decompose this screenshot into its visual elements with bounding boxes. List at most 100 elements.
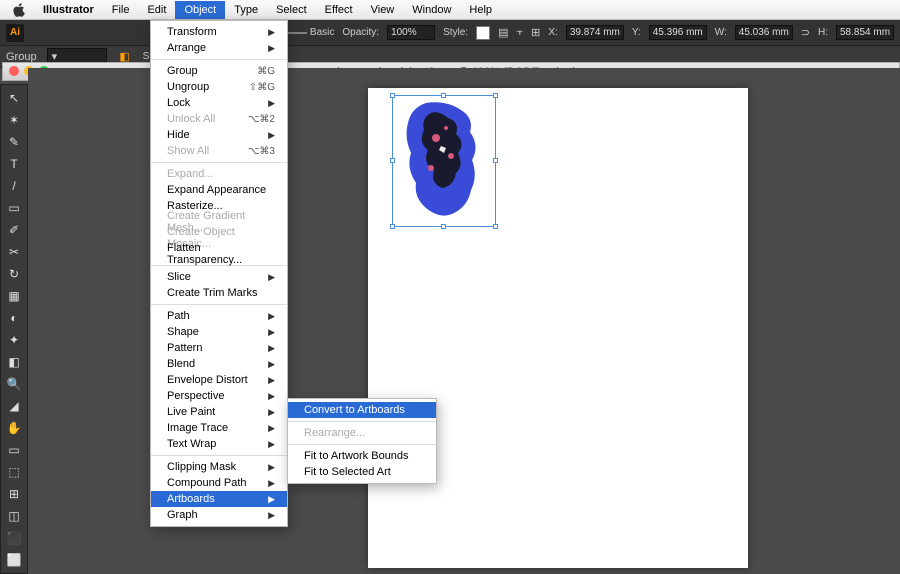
tool-18[interactable]: ⊞ [2,483,26,505]
tool-2[interactable]: ✎ [2,131,26,153]
tool-3[interactable]: T [2,153,26,175]
tool-6[interactable]: ✐ [2,219,26,241]
submenu-arrow-icon: ▶ [268,462,275,473]
h-input[interactable] [836,25,894,40]
tool-1[interactable]: ✶ [2,109,26,131]
menubar-edit[interactable]: Edit [138,1,175,19]
workspace: salesman_head_hurt2.svg @ 100% (RGB/Prev… [0,68,900,500]
y-input[interactable] [649,25,707,40]
resize-handle-br[interactable] [493,224,498,229]
submenu-arrow-icon: ▶ [268,407,275,418]
menu-item-graph[interactable]: Graph▶ [151,507,287,523]
menubar: Illustrator File Edit Object Type Select… [0,0,900,20]
menu-item-pattern[interactable]: Pattern▶ [151,340,287,356]
h-label: H: [818,27,828,38]
submenu-item-fit-to-artwork-bounds[interactable]: Fit to Artwork Bounds [288,448,436,464]
submenu-arrow-icon: ▶ [268,375,275,386]
menubar-view[interactable]: View [362,1,404,19]
menu-item-artboards[interactable]: Artboards▶ [151,491,287,507]
resize-handle-tl[interactable] [390,93,395,98]
menu-item-path[interactable]: Path▶ [151,308,287,324]
tool-7[interactable]: ✂ [2,241,26,263]
w-label: W: [715,27,727,38]
transform-icon[interactable]: ⊞ [531,26,540,39]
resize-handle-tr[interactable] [493,93,498,98]
submenu-arrow-icon: ▶ [268,391,275,402]
tool-19[interactable]: ◫ [2,505,26,527]
menu-item-create-trim-marks[interactable]: Create Trim Marks [151,285,287,301]
resize-handle-l[interactable] [390,158,395,163]
menu-item-transform[interactable]: Transform▶ [151,24,287,40]
illustrator-logo-icon: Ai [6,24,24,42]
tool-16[interactable]: ▭ [2,439,26,461]
menu-item-hide[interactable]: Hide▶ [151,127,287,143]
menu-item-flatten-transparency-[interactable]: Flatten Transparency... [151,246,287,262]
tool-14[interactable]: ◢ [2,395,26,417]
menu-item-image-trace[interactable]: Image Trace▶ [151,420,287,436]
menu-item-shape[interactable]: Shape▶ [151,324,287,340]
menubar-select[interactable]: Select [267,1,316,19]
resize-handle-b[interactable] [441,224,446,229]
menubar-object[interactable]: Object [175,1,225,19]
align-icon[interactable]: ⫟ [516,26,523,39]
resize-handle-t[interactable] [441,93,446,98]
menu-item-group[interactable]: Group⌘G [151,63,287,79]
apple-icon[interactable] [12,3,26,17]
tool-21[interactable]: ⬜ [2,549,26,571]
menu-item-blend[interactable]: Blend▶ [151,356,287,372]
app-toolbar: Ai Basic Opacity: Style: ▤ ⫟ ⊞ X: Y: W: … [0,20,900,46]
submenu-arrow-icon: ▶ [268,439,275,450]
document-setup-icon[interactable]: ▤ [498,26,508,39]
opacity-input[interactable] [387,25,435,40]
menubar-type[interactable]: Type [225,1,267,19]
tool-15[interactable]: ✋ [2,417,26,439]
tool-13[interactable]: 🔍 [2,373,26,395]
tool-0[interactable]: ↖ [2,87,26,109]
submenu-arrow-icon: ▶ [268,510,275,521]
menu-item-live-paint[interactable]: Live Paint▶ [151,404,287,420]
menubar-window[interactable]: Window [403,1,460,19]
menubar-effect[interactable]: Effect [316,1,362,19]
resize-handle-bl[interactable] [390,224,395,229]
menu-item-clipping-mask[interactable]: Clipping Mask▶ [151,459,287,475]
tool-5[interactable]: ▭ [2,197,26,219]
tool-8[interactable]: ↻ [2,263,26,285]
tool-9[interactable]: ▦ [2,285,26,307]
menu-item-expand-appearance[interactable]: Expand Appearance [151,182,287,198]
submenu-arrow-icon: ▶ [268,27,275,38]
menubar-app[interactable]: Illustrator [34,1,103,19]
artboard[interactable] [368,88,748,568]
submenu-arrow-icon: ▶ [268,43,275,54]
menu-item-expand-: Expand... [151,166,287,182]
w-input[interactable] [735,25,793,40]
tool-17[interactable]: ⬚ [2,461,26,483]
menu-item-compound-path[interactable]: Compound Path▶ [151,475,287,491]
artboards-submenu: Convert to ArtboardsRearrange...Fit to A… [287,398,437,484]
submenu-arrow-icon: ▶ [268,130,275,141]
tool-4[interactable]: / [2,175,26,197]
tool-11[interactable]: ✦ [2,329,26,351]
menu-item-ungroup[interactable]: Ungroup⇧⌘G [151,79,287,95]
link-icon[interactable]: ⊃ [801,26,810,39]
style-swatch[interactable] [476,26,490,40]
selection-bounds[interactable] [392,95,496,227]
close-icon[interactable] [9,66,19,76]
opacity-label: Opacity: [342,27,379,38]
menu-item-perspective[interactable]: Perspective▶ [151,388,287,404]
submenu-item-fit-to-selected-art[interactable]: Fit to Selected Art [288,464,436,480]
tool-10[interactable]: ◐ [2,307,26,329]
submenu-arrow-icon: ▶ [268,423,275,434]
tool-20[interactable]: ⬛ [2,527,26,549]
resize-handle-r[interactable] [493,158,498,163]
tool-12[interactable]: ◧ [2,351,26,373]
menu-item-text-wrap[interactable]: Text Wrap▶ [151,436,287,452]
menubar-help[interactable]: Help [460,1,501,19]
submenu-arrow-icon: ▶ [268,478,275,489]
menu-item-slice[interactable]: Slice▶ [151,269,287,285]
x-input[interactable] [566,25,624,40]
menu-item-arrange[interactable]: Arrange▶ [151,40,287,56]
menu-item-envelope-distort[interactable]: Envelope Distort▶ [151,372,287,388]
menubar-file[interactable]: File [103,1,139,19]
submenu-item-convert-to-artboards[interactable]: Convert to Artboards [288,402,436,418]
menu-item-lock[interactable]: Lock▶ [151,95,287,111]
